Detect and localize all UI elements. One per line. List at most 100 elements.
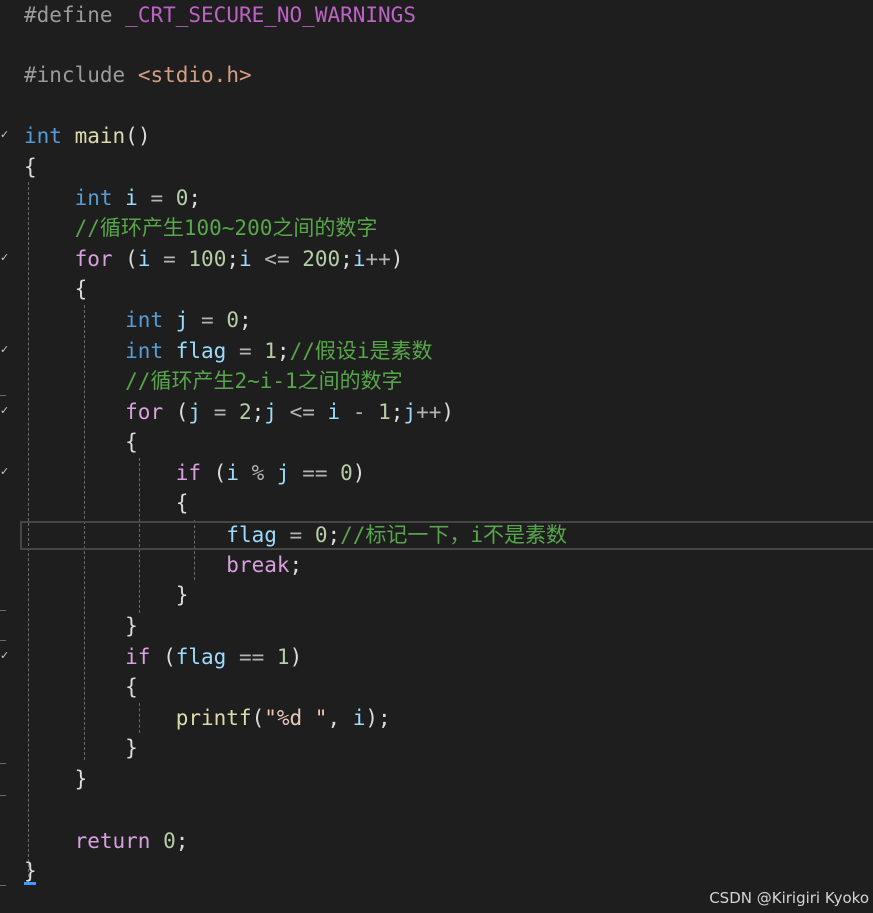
operator: = (201, 400, 239, 424)
code-line-3[interactable]: #include <stdio.h> (24, 60, 252, 90)
operator: = (188, 308, 227, 332)
fold-end-marker (0, 610, 6, 611)
code-line-21[interactable]: } (24, 611, 138, 641)
keyword: break (226, 553, 290, 577)
variable: flag (226, 523, 277, 547)
operator: = (226, 339, 265, 363)
fold-chevron-icon[interactable]: ✓ (0, 466, 9, 477)
punctuation: ) (352, 461, 366, 485)
brace: { (74, 277, 88, 301)
code-line-12[interactable]: int flag = 1;//假设i是素数 (24, 336, 433, 366)
code-line-6[interactable]: { (24, 152, 37, 182)
brace: } (74, 767, 88, 791)
code-line-10[interactable]: { (24, 274, 88, 304)
punctuation: , (327, 706, 353, 730)
variable: i (327, 400, 341, 424)
punctuation: ( (150, 645, 176, 669)
punctuation: ; (175, 829, 189, 853)
variable: j (403, 400, 417, 424)
punctuation: ; (251, 400, 265, 424)
punctuation: ) (441, 400, 455, 424)
brace: { (175, 491, 189, 515)
code-line-25[interactable]: } (24, 733, 138, 763)
code-line-17[interactable]: { (24, 488, 189, 518)
fold-end-marker (0, 640, 6, 641)
operator: == (226, 645, 277, 669)
number: 1 (264, 339, 277, 363)
code-line-28[interactable]: return 0; (24, 826, 189, 856)
code-line-1[interactable]: #define _CRT_SECURE_NO_WARNINGS (24, 0, 416, 30)
punctuation: ( (251, 706, 265, 730)
code-line-7[interactable]: int i = 0; (24, 183, 202, 213)
punctuation: ; (289, 553, 303, 577)
brace: } (125, 736, 138, 760)
punctuation: ( (201, 461, 227, 485)
operator: ++ (416, 400, 442, 424)
variable: j (188, 400, 202, 424)
code-line-8[interactable]: //循环产生100~200之间的数字 (24, 213, 378, 243)
fold-chevron-icon[interactable]: ✓ (0, 344, 9, 355)
variable: j (276, 461, 290, 485)
code-line-20[interactable]: } (24, 580, 189, 610)
variable: i (137, 247, 151, 271)
code-editor[interactable]: ✓ ✓ ✓ ✓ ✓ ✓ #define _CRT_SECURE_NO_WARNI… (0, 0, 873, 913)
punctuation: ) (289, 645, 303, 669)
code-line-14[interactable]: for (j = 2;j <= i - 1;j++) (24, 397, 454, 427)
code-line-19[interactable]: break; (24, 550, 302, 580)
operator: <= (276, 400, 328, 424)
code-line-5[interactable]: int main() (24, 121, 150, 151)
include-path: <stdio.h> (137, 63, 252, 87)
code-line-15[interactable]: { (24, 427, 138, 457)
punctuation: ; (276, 339, 290, 363)
code-line-11[interactable]: int j = 0; (24, 305, 252, 335)
preprocessor-directive: #include (24, 63, 126, 87)
operator: ++ (365, 247, 391, 271)
brace: } (125, 614, 138, 638)
keyword: if (175, 461, 202, 485)
fold-chevron-icon[interactable]: ✓ (0, 405, 9, 416)
comment: //假设i是素数 (289, 339, 433, 363)
variable: j (175, 308, 189, 332)
code-line-22[interactable]: if (flag == 1) (24, 642, 302, 672)
function-name: main (74, 124, 126, 148)
code-line-24[interactable]: printf("%d ", i); (24, 703, 391, 733)
code-line-18[interactable]: flag = 0;//标记一下，i不是素数 (24, 520, 567, 550)
variable: i (352, 706, 366, 730)
brace: } (175, 583, 189, 607)
brace: { (24, 155, 37, 179)
keyword: for (125, 400, 164, 424)
fold-end-marker (0, 795, 6, 796)
keyword: return (74, 829, 151, 853)
code-line-13[interactable]: //循环产生2~i-1之间的数字 (24, 366, 403, 396)
punctuation: ; (239, 308, 252, 332)
operator: = (137, 186, 176, 210)
function-name: printf (175, 706, 252, 730)
variable: i (226, 461, 239, 485)
keyword: int (24, 124, 62, 148)
punctuation: ; (226, 247, 239, 271)
variable: i (125, 186, 138, 210)
code-line-26[interactable]: } (24, 764, 88, 794)
macro-name: _CRT_SECURE_NO_WARNINGS (125, 3, 416, 27)
fold-end-marker (0, 885, 6, 886)
number: 1 (378, 400, 391, 424)
variable: i (352, 247, 366, 271)
fold-chevron-icon[interactable]: ✓ (0, 252, 9, 263)
code-line-16[interactable]: if (i % j == 0) (24, 458, 366, 488)
keyword: int (125, 339, 164, 363)
text-caret (24, 882, 36, 885)
watermark: CSDN @Kirigiri Kyoko (709, 889, 869, 907)
fold-chevron-icon[interactable]: ✓ (0, 650, 9, 661)
brace: { (125, 430, 138, 454)
comment: //循环产生2~i-1之间的数字 (125, 369, 403, 393)
keyword: int (125, 308, 164, 332)
number: 1 (276, 645, 290, 669)
fold-chevron-icon[interactable]: ✓ (0, 129, 9, 140)
punctuation: ( (163, 400, 189, 424)
number: 0 (150, 829, 176, 853)
brace: { (125, 675, 138, 699)
code-line-9[interactable]: for (i = 100;i <= 200;i++) (24, 244, 404, 274)
code-line-23[interactable]: { (24, 672, 138, 702)
operator: == (289, 461, 341, 485)
operator: - (340, 400, 379, 424)
